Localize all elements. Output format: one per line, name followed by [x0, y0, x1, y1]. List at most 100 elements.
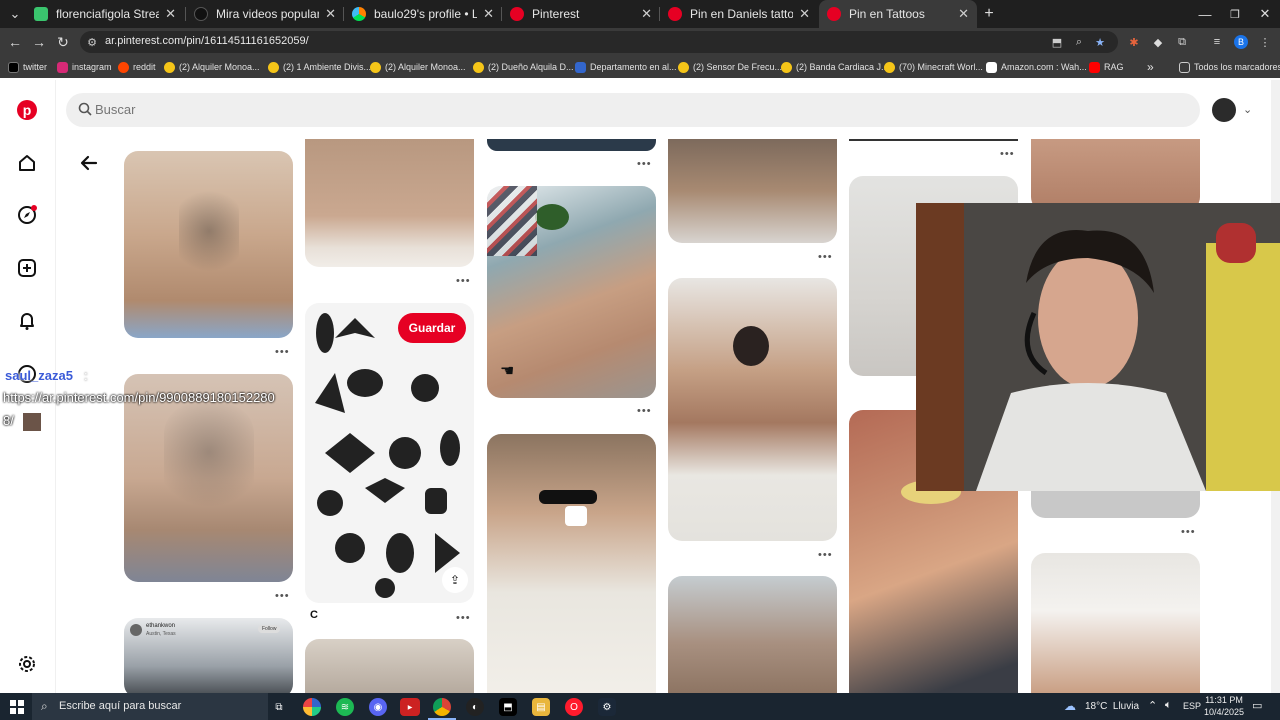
tab-letterboxd[interactable]: baulo29's profile • Letterboxd ✕	[344, 0, 502, 28]
more-options-icon[interactable]: •••	[456, 612, 471, 624]
bookmark-item[interactable]: (2) Dueño Alquila D...	[473, 60, 574, 74]
close-tab-icon[interactable]: ✕	[799, 6, 810, 22]
more-options-icon[interactable]: •••	[1000, 148, 1015, 160]
obs-icon[interactable]: ◐	[466, 698, 484, 716]
minimize-icon[interactable]: —	[1188, 0, 1222, 28]
pin-image[interactable]	[487, 434, 656, 698]
more-options-icon[interactable]: •••	[275, 590, 290, 602]
bookmark-item[interactable]: (2) Alquiler Monoa...	[370, 60, 466, 74]
tab-pinterest[interactable]: Pinterest ✕	[502, 0, 660, 28]
bookmark-rag[interactable]: RAG	[1089, 60, 1124, 74]
close-tab-icon[interactable]: ✕	[483, 6, 494, 22]
bookmark-reddit[interactable]: reddit	[118, 60, 156, 74]
more-bookmarks-icon[interactable]: »	[1147, 60, 1154, 74]
back-icon[interactable]: ←	[5, 32, 25, 52]
pin-image[interactable]	[1031, 553, 1200, 698]
bookmark-item[interactable]: Departamento en al...	[575, 60, 677, 74]
install-app-icon[interactable]: ⬒	[1050, 35, 1064, 49]
restore-icon[interactable]: ❐	[1218, 0, 1252, 28]
bookmark-item[interactable]: (2) Alquiler Monoa...	[164, 60, 260, 74]
explore-icon[interactable]	[16, 204, 38, 226]
bookmark-item[interactable]: (70) Minecraft Worl...	[884, 60, 983, 74]
bookmark-item[interactable]: (2) Sensor De Frecu...	[678, 60, 782, 74]
reload-icon[interactable]: ↻	[53, 32, 73, 52]
pin-image[interactable]	[668, 576, 837, 698]
more-options-icon[interactable]: •••	[637, 158, 652, 170]
bookmark-twitter[interactable]: twitter	[8, 60, 47, 74]
create-icon[interactable]	[16, 257, 38, 279]
clock-time[interactable]: 11:31 PM	[1204, 695, 1244, 705]
close-tab-icon[interactable]: ✕	[958, 6, 969, 22]
capcut-icon[interactable]: ⬒	[499, 698, 517, 716]
avatar[interactable]	[1212, 98, 1236, 122]
copilot-icon[interactable]	[303, 698, 321, 716]
pin-image[interactable]	[1031, 139, 1200, 211]
zoom-icon[interactable]: ⌕	[1072, 35, 1086, 49]
notifications-icon[interactable]: ▭	[1252, 699, 1262, 712]
discord-icon[interactable]: ◉	[369, 698, 387, 716]
tab-florenciafigola[interactable]: florenciafigola Stream - Watch ✕	[26, 0, 184, 28]
pin-image[interactable]	[668, 139, 837, 243]
tab-videos-populares[interactable]: Mira videos populares seleccio ✕	[186, 0, 344, 28]
pin-image[interactable]	[668, 278, 837, 541]
chevron-up-icon[interactable]: ⌃	[1148, 699, 1157, 712]
pinterest-logo-icon[interactable]: p	[16, 99, 38, 121]
tab-search-icon[interactable]: ⌄	[4, 0, 26, 28]
all-bookmarks-folder[interactable]: Todos los marcadores	[1179, 60, 1280, 74]
bookmark-item[interactable]: (2) 1 Ambiente Divis...	[268, 60, 371, 74]
tab-daniels-tattoo-ideas[interactable]: Pin en Daniels tattoo ideas ✕	[660, 0, 818, 28]
search-input[interactable]: Buscar	[95, 102, 135, 117]
media-control-icon[interactable]: ≡	[1210, 35, 1224, 49]
task-view-icon[interactable]: ⧉	[270, 698, 288, 716]
back-arrow-icon[interactable]	[79, 153, 99, 178]
account-chevron-down-icon[interactable]: ⌄	[1243, 103, 1252, 116]
more-options-icon[interactable]: •••	[818, 251, 833, 263]
more-options-icon[interactable]: •••	[1181, 526, 1196, 538]
pin-image[interactable]: ethankwon Austin, Texas Follow	[124, 618, 293, 698]
weather-text[interactable]: 18°C Lluvia	[1085, 701, 1139, 712]
close-tab-icon[interactable]: ✕	[641, 6, 652, 22]
pin-image[interactable]	[487, 139, 656, 151]
home-icon[interactable]	[16, 152, 38, 174]
clock-date[interactable]: 10/4/2025	[1204, 707, 1244, 717]
pin-image[interactable]	[849, 139, 1018, 141]
bookmark-item[interactable]: (2) Banda Cardiaca J...	[781, 60, 889, 74]
taskbar-search-input[interactable]: Escribe aquí para buscar	[59, 700, 181, 712]
steam-icon[interactable]: ⚙	[598, 698, 616, 716]
bookmark-star-icon[interactable]: ★	[1093, 35, 1107, 49]
taskbar-search-box[interactable]: ⌕ Escribe aquí para buscar	[32, 693, 268, 720]
pin-image[interactable]	[305, 639, 474, 699]
close-tab-icon[interactable]: ✕	[325, 6, 336, 22]
app-icon[interactable]: ▶	[400, 698, 420, 716]
address-bar[interactable]: ⚙ ar.pinterest.com/pin/16114511161652059…	[80, 31, 1118, 53]
volume-icon[interactable]: 🔈︎	[1165, 699, 1172, 712]
new-tab-button[interactable]: +	[978, 0, 1000, 28]
save-button[interactable]: Guardar	[398, 313, 466, 343]
more-options-icon[interactable]: •••	[818, 549, 833, 561]
share-icon[interactable]: ⇪	[442, 567, 468, 593]
chrome-icon[interactable]	[433, 698, 451, 716]
pin-image-flash-sheet[interactable]: Guardar ⇪	[305, 303, 474, 603]
pin-image[interactable]	[124, 374, 293, 582]
pin-image[interactable]	[124, 151, 293, 338]
pin-image[interactable]	[305, 139, 474, 267]
notifications-bell-icon[interactable]	[16, 310, 38, 332]
extension-icon[interactable]: ◆	[1151, 35, 1165, 49]
tab-pin-en-tattoos[interactable]: Pin en Tattoos ✕	[819, 0, 977, 28]
extensions-puzzle-icon[interactable]: ⧉	[1175, 35, 1189, 49]
bookmark-amazon[interactable]: Amazon.com : Wah...	[986, 60, 1087, 74]
search-bar[interactable]: Buscar	[66, 93, 1200, 127]
file-explorer-icon[interactable]: ▤	[532, 698, 550, 716]
forward-icon[interactable]: →	[29, 32, 49, 52]
more-options-icon[interactable]: •••	[275, 346, 290, 358]
close-tab-icon[interactable]: ✕	[165, 6, 176, 22]
settings-gear-icon[interactable]	[16, 653, 38, 675]
windows-start-icon[interactable]	[8, 698, 26, 716]
profile-avatar[interactable]: B	[1234, 35, 1248, 49]
close-window-icon[interactable]: ✕	[1248, 0, 1280, 28]
menu-icon[interactable]: ⋮	[1258, 35, 1272, 49]
site-info-icon[interactable]: ⚙	[85, 35, 99, 49]
bookmark-instagram[interactable]: instagram	[57, 60, 112, 74]
more-options-icon[interactable]: •••	[637, 405, 652, 417]
spotify-icon[interactable]: ≋	[336, 698, 354, 716]
